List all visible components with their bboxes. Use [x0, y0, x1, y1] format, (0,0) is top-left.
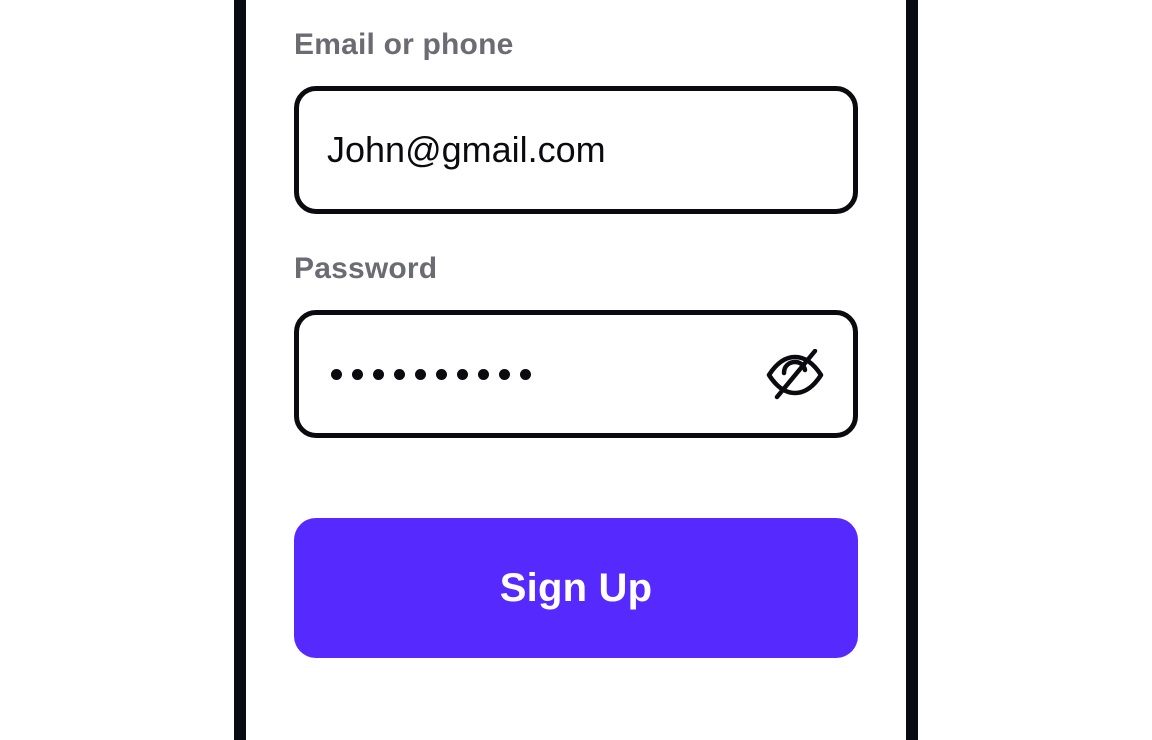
- password-dot: [373, 368, 384, 380]
- password-masked-value: [331, 315, 531, 433]
- email-label: Email or phone: [294, 28, 514, 61]
- password-dot: [478, 368, 489, 380]
- eye-off-icon: [766, 349, 824, 400]
- password-field[interactable]: [294, 310, 858, 438]
- password-label: Password: [294, 252, 438, 285]
- password-dot: [331, 368, 342, 380]
- sign-up-button[interactable]: Sign Up: [294, 518, 858, 658]
- password-dot: [499, 368, 510, 380]
- password-dot: [415, 368, 426, 380]
- toggle-password-visibility-button[interactable]: [765, 349, 825, 401]
- email-field[interactable]: John@gmail.com: [294, 86, 858, 214]
- password-dot: [457, 368, 468, 380]
- password-dot: [436, 368, 447, 380]
- email-value: John@gmail.com: [327, 129, 606, 170]
- sign-up-label: Sign Up: [499, 565, 653, 610]
- password-dot: [520, 368, 531, 380]
- password-dot: [394, 368, 405, 380]
- password-dot: [352, 368, 363, 380]
